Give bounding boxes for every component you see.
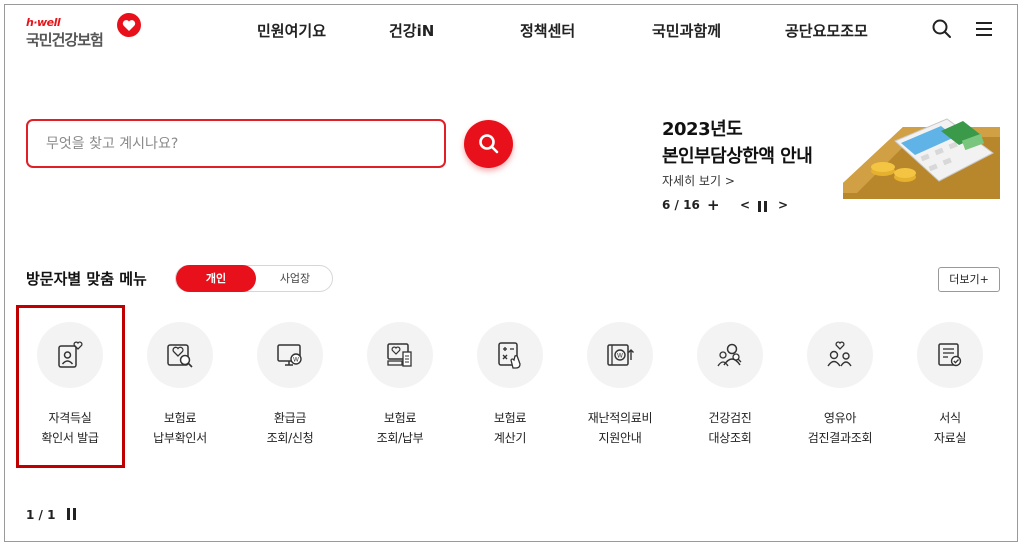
nav-item-together[interactable]: 국민과함께 bbox=[652, 20, 721, 41]
menu-label-line2: 납부확인서 bbox=[153, 431, 207, 445]
banner-prev-button[interactable]: < bbox=[740, 198, 750, 212]
menu-item-label: 보험료 조회/납부 bbox=[345, 408, 455, 448]
payment-certificate-icon bbox=[167, 344, 193, 368]
menu-item-label: 서식 자료실 bbox=[895, 408, 1005, 448]
menu-label-line1: 서식 bbox=[939, 411, 961, 425]
banner-plus-button[interactable]: + bbox=[707, 196, 720, 214]
menu-item-checkup-target[interactable]: 건강검진 대상조회 bbox=[675, 322, 785, 452]
highlight-box bbox=[16, 305, 125, 468]
menu-item-medical-support[interactable]: W 재난적의료비 지원안내 bbox=[565, 322, 675, 452]
svg-text:W: W bbox=[617, 353, 623, 360]
search-icon bbox=[479, 134, 499, 154]
nav-item-health-in[interactable]: 건강iN bbox=[389, 20, 434, 41]
svg-text:W: W bbox=[293, 357, 299, 364]
menu-icon-circle: W bbox=[257, 322, 323, 388]
menu-item-label: 환급금 조회/신청 bbox=[235, 408, 345, 448]
menu-label-line2: 검진결과조회 bbox=[807, 431, 873, 445]
menu-item-forms[interactable]: 서식 자료실 bbox=[895, 322, 1005, 452]
menu-label-line2: 계산기 bbox=[493, 431, 527, 445]
pause-icon[interactable] bbox=[67, 508, 77, 520]
calculator-icon bbox=[498, 342, 521, 369]
page-frame bbox=[4, 4, 1018, 542]
nav-item-policy[interactable]: 정책센터 bbox=[520, 20, 575, 41]
menu-label-line1: 환급금 bbox=[273, 411, 307, 425]
infant-checkup-icon bbox=[827, 341, 852, 367]
menu-icon-circle bbox=[917, 322, 983, 388]
pause-icon[interactable] bbox=[758, 201, 767, 212]
menu-label-line1: 재난적의료비 bbox=[587, 411, 653, 425]
menu-label-line1: 건강검진 bbox=[708, 411, 752, 425]
tab-business[interactable]: 사업장 bbox=[258, 266, 332, 291]
checkup-people-icon bbox=[717, 343, 742, 367]
banner-title[interactable]: 2023년도 본인부담상한액 안내 bbox=[662, 116, 813, 170]
menu-label-line1: 보험료 bbox=[383, 411, 417, 425]
visitor-type-toggle: 개인 사업장 bbox=[175, 265, 333, 292]
menu-item-label: 재난적의료비 지원안내 bbox=[565, 408, 675, 448]
menu-item-infant-checkup[interactable]: 영유아 검진결과조회 bbox=[785, 322, 895, 452]
menu-item-label: 영유아 검진결과조회 bbox=[785, 408, 895, 448]
forms-library-icon bbox=[938, 343, 962, 367]
banner-title-line2: 본인부담상한액 안내 bbox=[662, 146, 813, 167]
menu-item-label: 건강검진 대상조회 bbox=[675, 408, 785, 448]
calculator-coins-illustration bbox=[843, 113, 1000, 199]
search-input[interactable] bbox=[46, 133, 426, 155]
search-icon[interactable] bbox=[931, 18, 953, 40]
menu-label-line1: 보험료 bbox=[163, 411, 197, 425]
menu-item-calculator[interactable]: 보험료 계산기 bbox=[455, 322, 565, 452]
menu-icon-circle bbox=[807, 322, 873, 388]
menu-item-label: 보험료 계산기 bbox=[455, 408, 565, 448]
menu-item-premium-payment[interactable]: 보험료 조회/납부 bbox=[345, 322, 455, 452]
nav-item-civil[interactable]: 민원여기요 bbox=[257, 20, 326, 41]
menu-label-line1: 영유아 bbox=[823, 411, 857, 425]
menu-icon-circle bbox=[697, 322, 763, 388]
menu-icon[interactable] bbox=[973, 18, 995, 40]
menu-label-line2: 자료실 bbox=[933, 431, 967, 445]
menu-label-line1: 보험료 bbox=[493, 411, 527, 425]
menu-label-line2: 조회/신청 bbox=[266, 431, 314, 445]
refund-monitor-icon: W bbox=[277, 344, 302, 366]
section-title: 방문자별 맞춤 메뉴 bbox=[26, 270, 147, 288]
menu-item-label: 보험료 납부확인서 bbox=[125, 408, 235, 448]
tab-personal[interactable]: 개인 bbox=[176, 265, 256, 292]
menu-pager: 1 / 1 bbox=[26, 508, 56, 522]
menu-icon-circle bbox=[477, 322, 543, 388]
menu-icon-circle: W bbox=[587, 322, 653, 388]
menu-icon-circle bbox=[367, 322, 433, 388]
nav-item-about[interactable]: 공단요모조모 bbox=[785, 20, 868, 41]
menu-item-payment-certificate[interactable]: 보험료 납부확인서 bbox=[125, 322, 235, 452]
banner-detail-link[interactable]: 자세히 보기 > bbox=[662, 172, 735, 189]
more-button[interactable]: 더보기+ bbox=[938, 267, 1000, 292]
menu-label-line2: 지원안내 bbox=[598, 431, 642, 445]
menu-label-line2: 조회/납부 bbox=[376, 431, 424, 445]
medical-support-icon: W bbox=[607, 344, 634, 366]
menu-item-refund[interactable]: W 환급금 조회/신청 bbox=[235, 322, 345, 452]
banner-counter: 6 / 16 bbox=[662, 198, 700, 212]
banner-next-button[interactable]: > bbox=[778, 198, 788, 212]
main-nav: 민원여기요 건강iN 정책센터 국민과함께 공단요모조모 bbox=[0, 20, 1024, 42]
menu-label-line2: 대상조회 bbox=[708, 431, 752, 445]
premium-receipt-icon bbox=[387, 343, 412, 367]
search-button[interactable] bbox=[464, 120, 513, 168]
banner-title-line1: 2023년도 bbox=[662, 119, 743, 140]
menu-icon-circle bbox=[147, 322, 213, 388]
search-box bbox=[26, 119, 446, 168]
